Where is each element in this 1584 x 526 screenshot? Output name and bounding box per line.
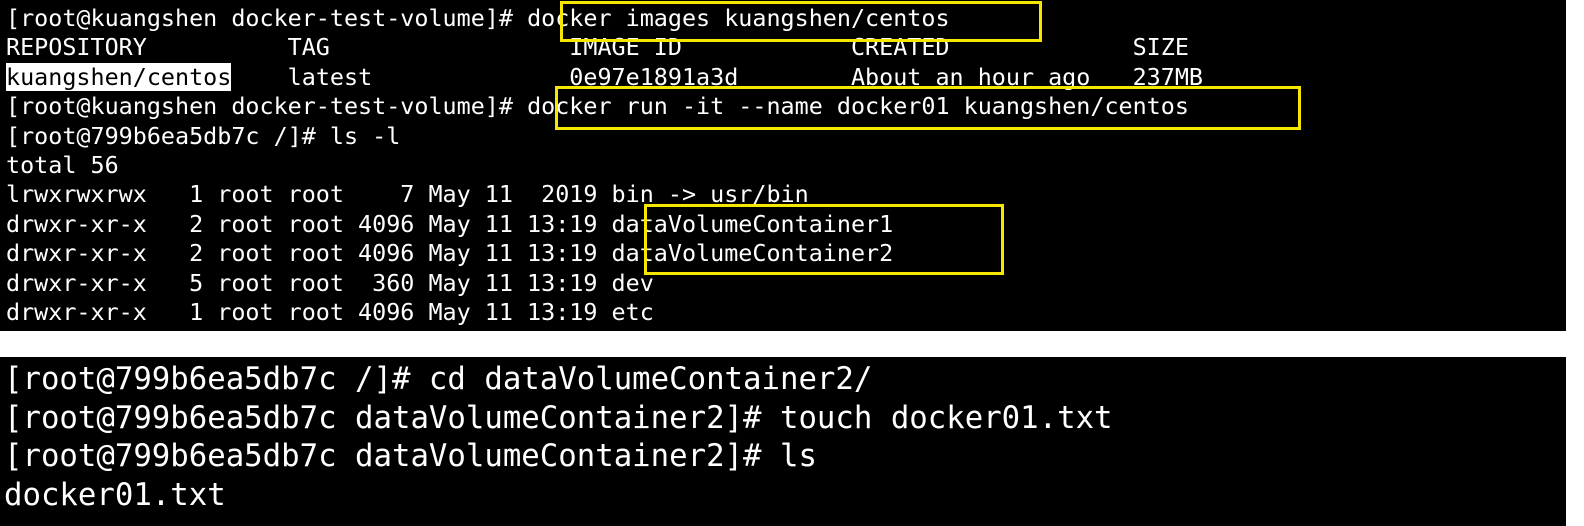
file-listing-meta: drwxr-xr-x 2 root root 4096 May 11 13:19 [6,239,612,268]
terminal-line-command: [root@799b6ea5db7c /]# ls -l [6,121,401,150]
images-table-header: REPOSITORY TAG IMAGE ID CREATED SIZE [6,33,1189,62]
terminal-line-command: [root@kuangshen docker-test-volume]# doc… [6,4,1566,33]
terminal-output-line: drwxr-xr-x 5 root root 360 May 11 13:19 … [6,268,654,297]
terminal-line-command: [root@kuangshen docker-test-volume]# doc… [6,92,1566,121]
shell-prompt: [root@kuangshen docker-test-volume]# [6,4,528,32]
terminal-window-top[interactable]: [root@kuangshen docker-test-volume]# doc… [0,0,1566,331]
file-listing-meta: drwxr-xr-x 2 root root 4096 May 11 13:19 [6,209,612,238]
terminal-window-bottom[interactable]: [root@799b6ea5db7c /]# cd dataVolumeCont… [0,357,1566,526]
shell-prompt: [root@kuangshen docker-test-volume]# [6,92,528,121]
image-details: latest 0e97e1891a3d About an hour ago 23… [231,62,1204,91]
terminal-line-command: [root@799b6ea5db7c /]# cd dataVolumeCont… [4,362,873,397]
terminal-output-line: docker01.txt [4,477,226,513]
terminal-output-line: drwxr-xr-x 2 root root 4096 May 11 13:19… [6,239,1566,268]
command-docker-run: docker run -it --name docker01 kuangshen… [527,92,1189,121]
terminal-output-line: total 56 [6,150,119,179]
terminal-output-line: lrwxrwxrwx 1 root root 7 May 11 2019 bin… [6,180,809,209]
terminal-output-line: drwxr-xr-x 1 root root 4096 May 11 13:19… [6,297,654,326]
terminal-output-line: drwxr-xr-x 2 root root 4096 May 11 13:19… [6,210,1566,239]
terminal-line-command: [root@799b6ea5db7c dataVolumeContainer2]… [4,400,1113,436]
selected-repository-text: kuangshen/centos [6,62,232,91]
directory-name-datavolumecontainer1: dataVolumeContainer1 [611,209,894,238]
command-docker-images: docker images kuangshen/centos [527,4,950,32]
images-table-row: kuangshen/centos latest 0e97e1891a3d Abo… [6,62,1566,92]
terminal-line-command: [root@799b6ea5db7c dataVolumeContainer2]… [4,439,817,474]
directory-name-datavolumecontainer2: dataVolumeContainer2 [611,239,894,268]
